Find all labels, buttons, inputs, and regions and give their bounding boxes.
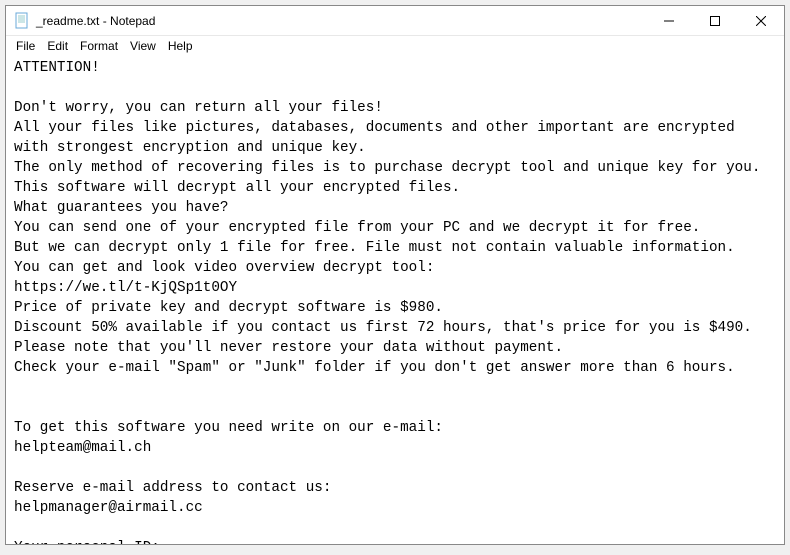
menu-help[interactable]: Help bbox=[162, 37, 199, 55]
text-area[interactable]: ATTENTION! Don't worry, you can return a… bbox=[6, 56, 784, 544]
menubar: File Edit Format View Help bbox=[6, 36, 784, 56]
menu-file[interactable]: File bbox=[10, 37, 41, 55]
window-title: _readme.txt - Notepad bbox=[36, 14, 646, 28]
notepad-window: _readme.txt - Notepad File Edit Format V… bbox=[5, 5, 785, 545]
close-button[interactable] bbox=[738, 6, 784, 35]
maximize-button[interactable] bbox=[692, 6, 738, 35]
document-text: ATTENTION! Don't worry, you can return a… bbox=[14, 60, 760, 544]
titlebar: _readme.txt - Notepad bbox=[6, 6, 784, 36]
minimize-button[interactable] bbox=[646, 6, 692, 35]
menu-edit[interactable]: Edit bbox=[41, 37, 74, 55]
menu-view[interactable]: View bbox=[124, 37, 162, 55]
menu-format[interactable]: Format bbox=[74, 37, 124, 55]
window-controls bbox=[646, 6, 784, 35]
notepad-icon bbox=[14, 11, 30, 31]
